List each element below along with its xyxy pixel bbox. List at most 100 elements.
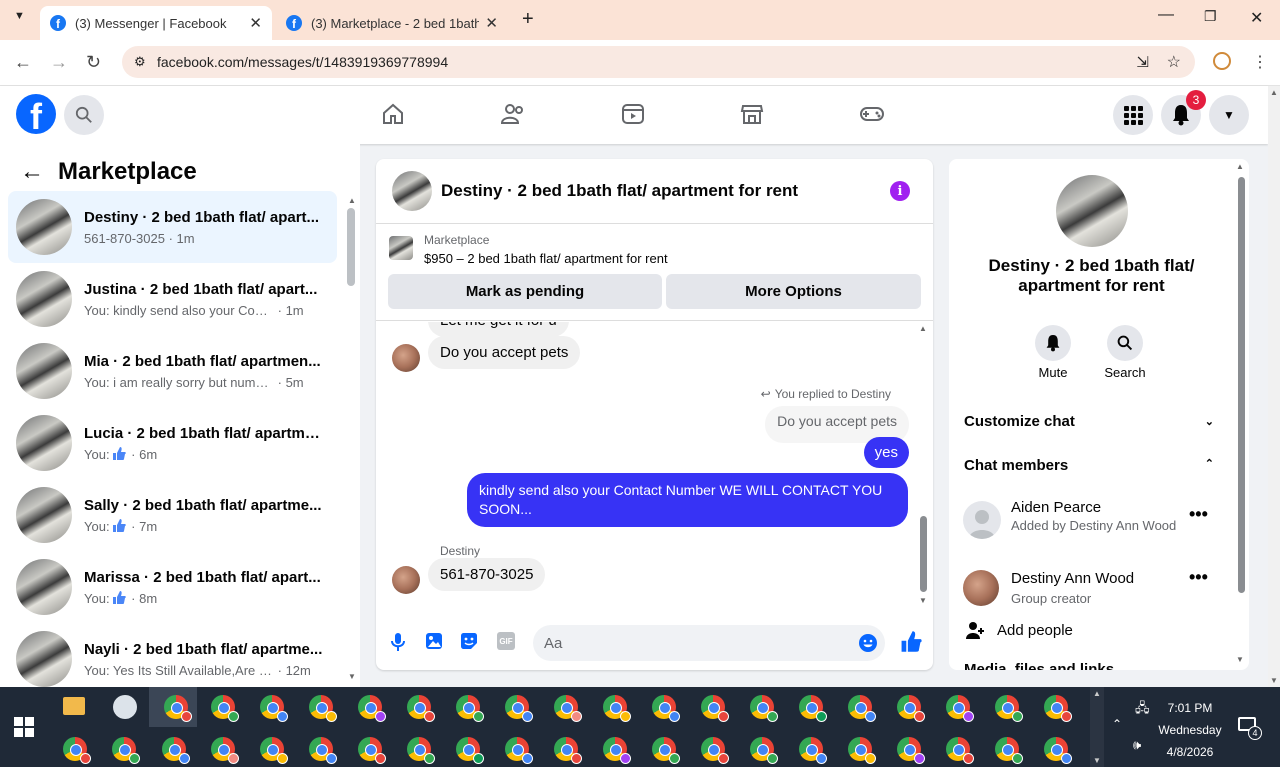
conversation-item[interactable]: Justina · 2 bed 1bath flat/ apart... You… <box>8 263 337 335</box>
sender-avatar[interactable] <box>392 566 420 594</box>
scroll-down-icon[interactable]: ▼ <box>1093 756 1101 765</box>
search-in-chat-button[interactable] <box>1107 325 1143 361</box>
chrome-taskbar-icon[interactable] <box>260 695 288 722</box>
chrome-taskbar-icon[interactable] <box>897 695 925 722</box>
home-icon[interactable] <box>381 102 405 126</box>
chat-members-row[interactable]: Chat members ⌃ <box>964 457 1214 474</box>
mark-pending-button[interactable]: Mark as pending <box>388 274 662 309</box>
details-avatar[interactable] <box>1056 175 1128 247</box>
more-options-icon[interactable]: ••• <box>1189 504 1208 525</box>
back-icon[interactable]: ← <box>14 52 32 73</box>
scroll-up-icon[interactable]: ▲ <box>1236 162 1244 171</box>
listing-text[interactable]: $950 – 2 bed 1bath flat/ apartment for r… <box>424 251 668 266</box>
conversation-item[interactable]: Marissa · 2 bed 1bath flat/ apart... You… <box>8 551 337 623</box>
message-input[interactable]: Aa <box>533 625 885 661</box>
reload-icon[interactable]: ↻ <box>86 52 101 73</box>
scroll-down-icon[interactable]: ▼ <box>348 672 356 681</box>
chrome-taskbar-icon[interactable] <box>799 737 827 764</box>
tray-chevron-icon[interactable]: ⌃ <box>1112 717 1122 731</box>
media-files-row[interactable]: Media, files and links <box>964 661 1114 670</box>
facebook-logo[interactable]: f <box>16 94 56 134</box>
conversation-item[interactable]: Lucia · 2 bed 1bath flat/ apartme... You… <box>8 407 337 479</box>
search-button[interactable] <box>64 95 104 135</box>
chrome-taskbar-icon[interactable] <box>211 695 239 722</box>
chrome-taskbar-icon[interactable] <box>946 737 974 764</box>
add-people-button[interactable]: Add people <box>965 620 1073 640</box>
photo-icon[interactable] <box>425 632 443 650</box>
customize-chat-row[interactable]: Customize chat ⌄ <box>964 413 1214 430</box>
chrome-taskbar-icon[interactable] <box>309 737 337 764</box>
bookmark-star-icon[interactable]: ☆ <box>1167 52 1181 72</box>
chrome-taskbar-icon[interactable] <box>799 695 827 722</box>
gaming-icon[interactable] <box>859 102 885 126</box>
chrome-taskbar-icon[interactable] <box>309 695 337 722</box>
microphone-icon[interactable] <box>390 632 406 652</box>
conversation-item[interactable]: Destiny · 2 bed 1bath flat/ apart... 561… <box>8 191 337 263</box>
tab-marketplace[interactable]: f (3) Marketplace - 2 bed 1bath fl ✕ <box>276 6 508 40</box>
tab-search-icon[interactable]: ▼ <box>14 10 25 22</box>
chat-title[interactable]: Destiny · 2 bed 1bath flat/ apartment fo… <box>441 181 798 201</box>
chrome-taskbar-icon[interactable] <box>701 695 729 722</box>
chrome-taskbar-icon[interactable] <box>162 737 190 764</box>
browser-menu-icon[interactable]: ⋮ <box>1252 52 1268 72</box>
network-icon[interactable]: 🖧 <box>1135 699 1150 721</box>
chrome-taskbar-icon[interactable] <box>63 737 91 764</box>
chrome-taskbar-icon[interactable] <box>652 695 680 722</box>
chrome-taskbar-icon[interactable] <box>603 695 631 722</box>
scroll-down-icon[interactable]: ▼ <box>919 596 927 605</box>
sticker-icon[interactable] <box>460 632 478 650</box>
install-app-icon[interactable]: ⇲ <box>1136 53 1149 71</box>
chrome-taskbar-icon[interactable] <box>750 737 778 764</box>
chrome-taskbar-icon[interactable] <box>456 737 484 764</box>
close-tab-icon[interactable]: ✕ <box>485 14 498 32</box>
scroll-up-icon[interactable]: ▲ <box>1093 689 1101 698</box>
gif-icon[interactable]: GIF <box>497 632 515 650</box>
account-button[interactable]: ▼ <box>1209 95 1249 135</box>
url-field[interactable]: ⚙ facebook.com/messages/t/14839193697789… <box>122 46 1195 78</box>
listing-thumbnail[interactable] <box>389 236 413 260</box>
volume-icon[interactable]: 🕪 <box>1133 737 1141 753</box>
more-options-button[interactable]: More Options <box>666 274 921 309</box>
new-tab-icon[interactable]: + <box>522 8 534 31</box>
chrome-taskbar-icon[interactable] <box>407 695 435 722</box>
chrome-taskbar-icon[interactable] <box>260 737 288 764</box>
sender-avatar[interactable] <box>392 344 420 372</box>
chrome-taskbar-icon[interactable] <box>112 737 140 764</box>
conversation-item[interactable]: Mia · 2 bed 1bath flat/ apartmen... You:… <box>8 335 337 407</box>
info-icon[interactable]: i <box>890 181 910 201</box>
file-explorer-icon[interactable] <box>63 697 85 715</box>
site-info-icon[interactable]: ⚙ <box>134 54 146 70</box>
chrome-taskbar-icon[interactable] <box>554 695 582 722</box>
friends-icon[interactable] <box>500 102 526 126</box>
chrome-taskbar-icon[interactable] <box>848 737 876 764</box>
page-scrollbar[interactable]: ▲ ▼ <box>1268 86 1280 687</box>
minimize-icon[interactable]: — <box>1158 6 1174 24</box>
chrome-taskbar-icon[interactable] <box>946 695 974 722</box>
chrome-taskbar-icon[interactable] <box>407 737 435 764</box>
message-bubble[interactable]: Do you accept pets <box>428 336 581 369</box>
chrome-taskbar-icon[interactable] <box>456 695 484 722</box>
conversation-item[interactable]: Nayli · 2 bed 1bath flat/ apartme... You… <box>8 623 337 695</box>
chat-scrollbar[interactable] <box>920 516 927 592</box>
paint-app-icon[interactable] <box>113 695 137 719</box>
chrome-taskbar-icon[interactable] <box>505 695 533 722</box>
chrome-taskbar-icon[interactable] <box>164 695 192 722</box>
scroll-up-icon[interactable]: ▲ <box>348 196 356 205</box>
scroll-up-icon[interactable]: ▲ <box>919 324 927 333</box>
chrome-taskbar-icon[interactable] <box>995 695 1023 722</box>
like-icon[interactable] <box>900 631 922 652</box>
restore-icon[interactable]: ❐ <box>1204 8 1217 25</box>
chrome-taskbar-icon[interactable] <box>1044 695 1072 722</box>
sidebar-scrollbar[interactable] <box>347 208 355 286</box>
chat-avatar[interactable] <box>392 171 432 211</box>
chrome-taskbar-icon[interactable] <box>211 737 239 764</box>
scroll-down-icon[interactable]: ▼ <box>1236 655 1244 664</box>
chrome-taskbar-icon[interactable] <box>652 737 680 764</box>
chrome-taskbar-icon[interactable] <box>603 737 631 764</box>
message-bubble[interactable]: 561-870-3025 <box>428 558 546 591</box>
chrome-taskbar-icon[interactable] <box>995 737 1023 764</box>
chrome-taskbar-icon[interactable] <box>358 737 386 764</box>
windows-start-icon[interactable] <box>14 717 34 737</box>
message-bubble[interactable]: Let me get it for u <box>428 322 569 337</box>
profile-icon[interactable] <box>1213 52 1231 70</box>
